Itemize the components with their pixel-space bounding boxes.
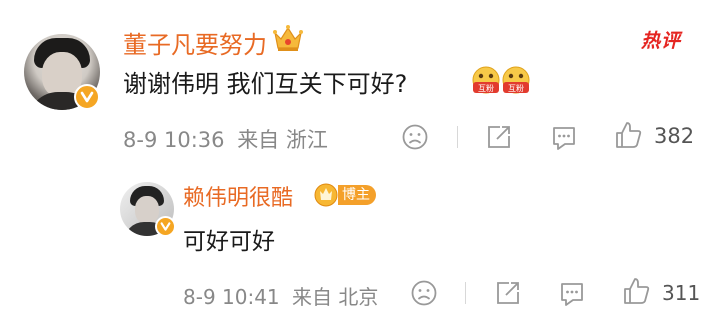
comment-icon[interactable] [558,280,586,312]
location: 来自 浙江 [237,128,328,152]
like-count-reply: 311 [662,281,701,305]
medal-icon [314,183,338,207]
hot-comment-badge: 热评 [641,30,682,52]
svg-text:互粉: 互粉 [478,83,494,93]
comment-meta-main: 8-9 10:36 来自 浙江 [123,124,328,154]
dislike-face-icon[interactable] [411,280,437,310]
emoji-hufen-icon: 互粉 互粉 [472,64,532,98]
username-main[interactable]: 董子凡要努力 [123,25,267,60]
timestamp: 8-9 10:41 [183,285,280,309]
comment-text-reply: 可好可好 [183,229,275,255]
share-icon[interactable] [486,124,512,154]
share-icon[interactable] [495,280,521,310]
like-icon[interactable] [622,276,650,310]
like-count-main: 382 [654,124,695,148]
blogger-badge: 博主 [314,183,376,207]
svg-text:互粉: 互粉 [508,83,524,93]
username-reply[interactable]: 赖伟明很酷 [183,180,293,212]
divider [465,282,466,304]
comment-meta-reply: 8-9 10:41 来自 北京 [183,281,378,310]
crown-icon [272,24,304,54]
timestamp: 8-9 10:36 [123,128,225,152]
blogger-badge-label: 博主 [338,185,376,205]
comment-text-main: 谢谢伟明 我们互关下可好? [123,70,408,98]
location: 来自 北京 [292,285,379,309]
comment-icon[interactable] [550,124,578,156]
like-icon[interactable] [614,120,642,154]
verified-icon [74,84,100,110]
verified-icon [155,216,176,237]
dislike-face-icon[interactable] [402,124,428,154]
divider [457,126,458,148]
